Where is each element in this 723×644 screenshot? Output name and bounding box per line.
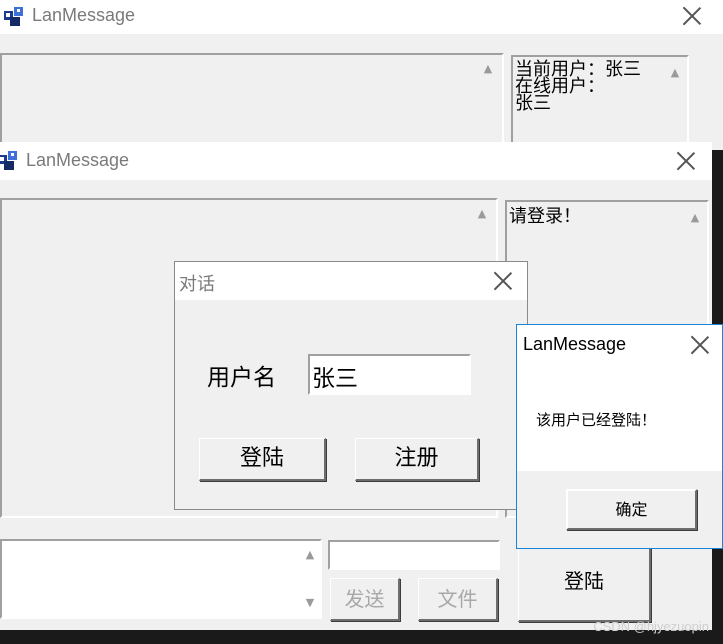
back-window: LanMessage ▲ 当前用户：张三 在线用户： 张三 ▲ (0, 0, 723, 155)
main-window-titlebar: LanMessage (0, 142, 712, 180)
scroll-up-icon[interactable]: ▲ (687, 210, 703, 226)
username-input[interactable]: 张三 (308, 354, 471, 395)
send-button[interactable]: 发送 (330, 578, 400, 621)
message-box-body: LanMessage 该用户已经登陆！ (517, 325, 722, 471)
message-box: LanMessage 该用户已经登陆！ 确定 (516, 324, 723, 549)
scroll-up-icon[interactable]: ▲ (302, 547, 318, 563)
status-text: 请登录！ (509, 206, 581, 227)
message-input[interactable]: ▲ ▼ (0, 539, 322, 619)
back-user-panel[interactable]: 当前用户：张三 在线用户： 张三 ▲ (511, 55, 689, 155)
dialog-login-button[interactable]: 登陆 (199, 438, 326, 481)
target-input[interactable] (328, 540, 500, 570)
ok-button[interactable]: 确定 (566, 489, 697, 530)
app-icon (0, 151, 17, 170)
app-icon (4, 7, 23, 26)
back-user-panel-line-3: 张三 (515, 93, 551, 114)
back-window-titlebar: LanMessage (0, 0, 723, 34)
watermark: CSDN @hjyezuopin (593, 619, 709, 634)
username-value: 张三 (312, 366, 358, 392)
scroll-up-icon[interactable]: ▲ (474, 206, 490, 222)
scroll-down-icon[interactable]: ▼ (302, 595, 318, 611)
main-window-title: LanMessage (26, 150, 130, 170)
file-button[interactable]: 文件 (418, 578, 498, 621)
login-dialog: 对话 用户名 张三 登陆 注册 (174, 261, 528, 510)
close-icon[interactable] (682, 6, 702, 26)
dialog-register-button[interactable]: 注册 (355, 438, 479, 481)
close-icon[interactable] (690, 335, 710, 355)
main-login-button[interactable]: 登陆 (518, 540, 651, 622)
message-text: 该用户已经登陆！ (536, 411, 657, 429)
back-window-title: LanMessage (32, 5, 136, 25)
close-icon[interactable] (676, 151, 696, 171)
scroll-up-icon[interactable]: ▲ (667, 65, 683, 81)
scroll-up-icon[interactable]: ▲ (480, 61, 496, 77)
message-box-title: LanMessage (523, 334, 627, 354)
back-chat-area[interactable]: ▲ (0, 53, 504, 153)
login-dialog-title: 对话 (179, 274, 215, 294)
close-icon[interactable] (493, 271, 513, 291)
login-dialog-titlebar: 对话 (175, 262, 527, 300)
username-label: 用户名 (207, 365, 276, 391)
